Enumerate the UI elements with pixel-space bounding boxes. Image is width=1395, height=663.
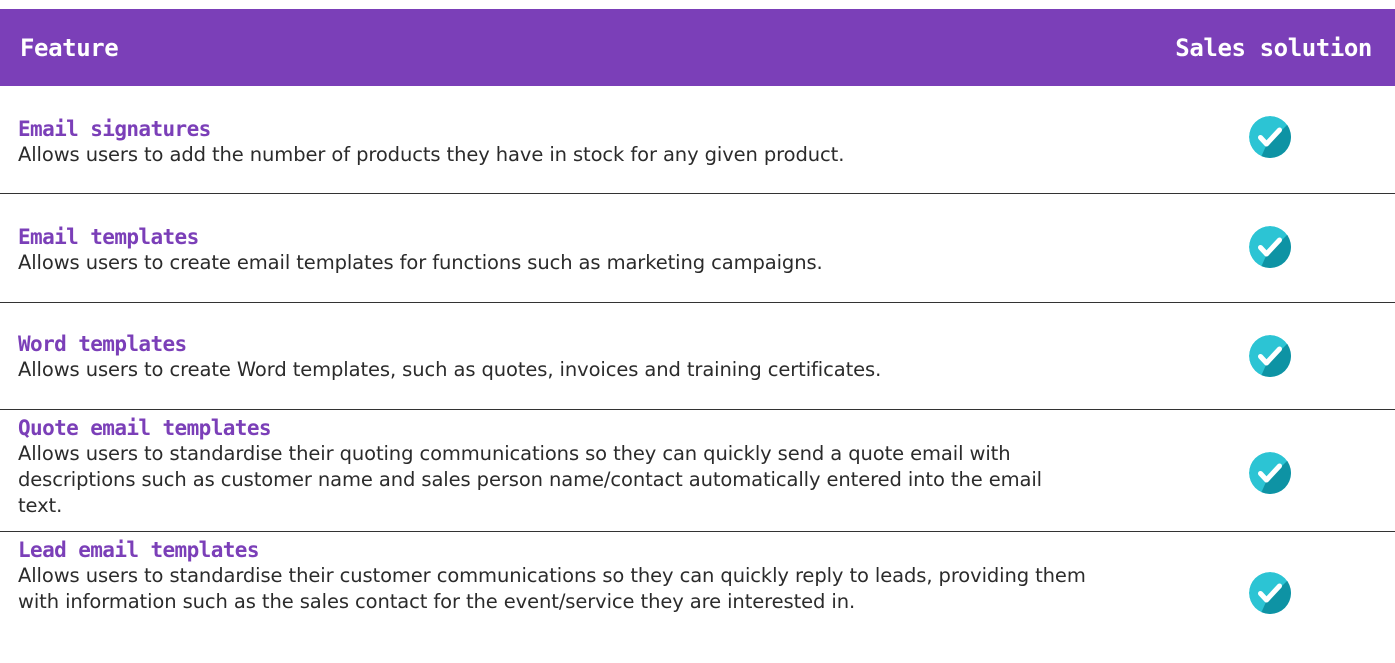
feature-title: Email templates — [18, 225, 199, 249]
check-circle-icon — [1249, 452, 1291, 494]
feature-description: Allows users to standardise their quotin… — [18, 442, 1042, 517]
check-circle-icon — [1249, 226, 1291, 268]
feature-title: Quote email templates — [18, 416, 272, 440]
table-header: Feature Sales solution — [0, 9, 1395, 86]
check-circle-icon — [1249, 335, 1291, 377]
table-row: Email templates Allows users to create e… — [0, 194, 1395, 303]
feature-description: Allows users to create email templates f… — [18, 251, 823, 274]
check-circle-icon — [1249, 572, 1291, 614]
feature-title: Lead email templates — [18, 538, 259, 562]
feature-description: Allows users to create Word templates, s… — [18, 358, 882, 381]
table-row: Word templates Allows users to create Wo… — [0, 303, 1395, 410]
feature-comparison-table: Feature Sales solution Email signatures … — [0, 9, 1395, 662]
table-row: Quote email templates Allows users to st… — [0, 410, 1395, 532]
feature-title: Email signatures — [18, 117, 211, 141]
sales-solution-column-header: Sales solution — [1175, 33, 1372, 62]
feature-description: Allows users to standardise their custom… — [18, 564, 1086, 613]
table-row: Email signatures Allows users to add the… — [0, 86, 1395, 194]
table-row: Lead email templates Allows users to sta… — [0, 532, 1395, 662]
feature-column-header: Feature — [20, 33, 119, 62]
feature-description: Allows users to add the number of produc… — [18, 143, 845, 166]
feature-title: Word templates — [18, 332, 187, 356]
check-circle-icon — [1249, 116, 1291, 158]
